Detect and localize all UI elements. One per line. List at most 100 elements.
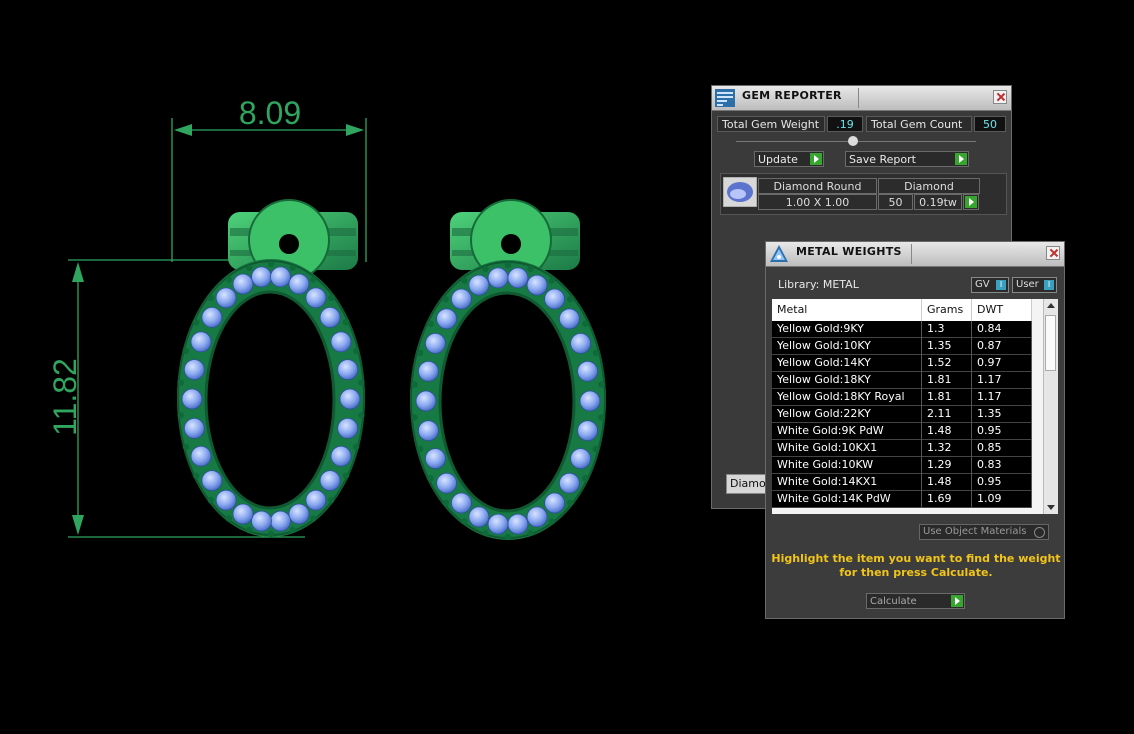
prong — [416, 349, 424, 356]
metal-weights-table[interactable]: Metal Grams DWT Yellow Gold:9KY 1.3 0.84 Ye… — [772, 299, 1058, 514]
table-row[interactable]: Yellow Gold:9KY 1.3 0.84 — [772, 321, 1032, 338]
calculate-button[interactable]: Calculate — [866, 593, 965, 609]
calculate-button-label: Calculate — [870, 596, 917, 607]
table-row[interactable]: Yellow Gold:18KY Royal 1.81 1.17 — [772, 389, 1032, 406]
gem-stone — [201, 470, 223, 492]
info-icon: I — [1044, 280, 1054, 290]
total-gem-weight-label: Total Gem Weight — [717, 116, 825, 132]
prong — [592, 349, 600, 356]
scroll-up-icon[interactable] — [1047, 303, 1055, 308]
save-report-button[interactable]: Save Report — [845, 151, 969, 167]
prong — [267, 260, 275, 268]
gem-stone — [450, 492, 472, 514]
go-arrow-icon — [951, 595, 963, 607]
gv-toggle[interactable]: GV I — [971, 277, 1009, 293]
prong — [582, 475, 589, 482]
gem-stone — [507, 513, 529, 535]
gem-detail-button[interactable] — [963, 194, 979, 210]
grams-cell: 1.3 — [922, 321, 972, 338]
use-object-materials-toggle[interactable]: Use Object Materials — [919, 524, 1049, 540]
radio-icon — [1034, 527, 1045, 538]
gem-stone — [577, 360, 598, 382]
3d-viewport[interactable]: 8.09 11.82 — [0, 0, 700, 734]
metal-weights-close-button[interactable] — [1046, 246, 1060, 260]
user-toggle-label: User — [1016, 279, 1039, 290]
prong — [598, 414, 605, 421]
table-row[interactable]: Yellow Gold:10KY 1.35 0.87 — [772, 338, 1032, 355]
prong — [427, 475, 434, 482]
gem-stone — [232, 273, 254, 295]
update-button[interactable]: Update — [754, 151, 824, 167]
gv-toggle-label: GV — [975, 279, 990, 290]
table-scrollbar[interactable] — [1043, 299, 1058, 514]
gem-stone — [215, 489, 237, 511]
prong — [352, 347, 360, 355]
grams-cell: 1.35 — [922, 338, 972, 355]
prong — [328, 496, 335, 504]
prong — [411, 414, 418, 421]
user-toggle[interactable]: User I — [1012, 277, 1057, 293]
gem-row[interactable]: Diamond Round Diamond 1.00 X 1.00 50 0.1… — [721, 174, 1006, 214]
gem-stone — [270, 510, 291, 532]
gem-stone — [570, 332, 591, 354]
dwt-cell: 0.85 — [972, 440, 1032, 457]
grams-cell: 1.48 — [922, 423, 972, 440]
grams-cell: 1.32 — [922, 440, 972, 457]
table-row[interactable]: White Gold:10KW 1.29 0.83 — [772, 457, 1032, 474]
gem-reporter-close-button[interactable] — [993, 90, 1007, 104]
gem-stone — [251, 266, 272, 288]
instruction-line-2: for then press Calculate. — [839, 566, 993, 579]
prong — [352, 443, 360, 451]
metal-cell: White Gold:14K PdW — [772, 491, 922, 508]
column-header-dwt[interactable]: DWT — [972, 299, 1032, 321]
scroll-down-icon[interactable] — [1047, 505, 1055, 510]
scroll-thumb[interactable] — [1045, 315, 1056, 371]
prong — [225, 276, 232, 283]
metal-weights-titlebar[interactable]: METAL WEIGHTS — [766, 242, 1064, 267]
table-row[interactable]: White Gold:14KX1 1.48 0.95 — [772, 474, 1032, 491]
earring-left[interactable] — [177, 199, 365, 538]
table-row[interactable]: Yellow Gold:18KY 1.81 1.17 — [772, 372, 1032, 389]
prong — [310, 276, 317, 283]
gem-stone — [544, 492, 565, 514]
use-object-materials-label: Use Object Materials — [923, 526, 1027, 537]
prong — [246, 264, 253, 272]
collapse-arrow-icon[interactable] — [848, 136, 858, 146]
metal-cell: White Gold:14KX1 — [772, 474, 922, 491]
grams-cell: 1.81 — [922, 372, 972, 389]
metal-cell: White Gold:9K PdW — [772, 423, 922, 440]
metal-cell: White Gold:10KW — [772, 457, 922, 474]
prong — [225, 515, 232, 522]
gem-stone — [579, 390, 601, 412]
metal-cell: Yellow Gold:14KY — [772, 355, 922, 372]
table-row[interactable]: White Gold:14K PdW 1.69 1.09 — [772, 491, 1032, 508]
prong — [548, 518, 555, 525]
metal-cell: Yellow Gold:18KY — [772, 372, 922, 389]
metal-cell: Yellow Gold:22KY — [772, 406, 922, 423]
table-row[interactable]: Yellow Gold:22KY 2.11 1.35 — [772, 406, 1032, 423]
earring-right[interactable] — [410, 199, 606, 541]
gem-stone — [544, 288, 565, 310]
round-diamond-icon — [723, 177, 757, 207]
gem-stone — [526, 506, 548, 528]
gem-stone — [183, 359, 205, 381]
gem-reporter-titlebar[interactable]: GEM REPORTER — [712, 86, 1011, 111]
prong — [310, 515, 317, 522]
dwt-cell: 1.09 — [972, 491, 1032, 508]
gem-list: Diamond Round Diamond 1.00 X 1.00 50 0.1… — [720, 173, 1007, 215]
prong — [461, 518, 468, 525]
prong — [548, 277, 555, 284]
gem-stone — [570, 448, 591, 470]
splitter-handle[interactable] — [736, 136, 976, 146]
gem-stone — [450, 288, 472, 310]
prong — [592, 446, 600, 453]
table-row[interactable]: White Gold:9K PdW 1.48 0.95 — [772, 423, 1032, 440]
dwt-cell: 0.84 — [972, 321, 1032, 338]
table-row[interactable]: White Gold:10KX1 1.32 0.85 — [772, 440, 1032, 457]
column-header-metal[interactable]: Metal — [772, 299, 922, 321]
gem-stone — [468, 506, 490, 528]
table-row[interactable]: Yellow Gold:14KY 1.52 0.97 — [772, 355, 1032, 372]
column-header-grams[interactable]: Grams — [922, 299, 972, 321]
prong — [192, 472, 200, 479]
gem-stone — [417, 360, 439, 382]
